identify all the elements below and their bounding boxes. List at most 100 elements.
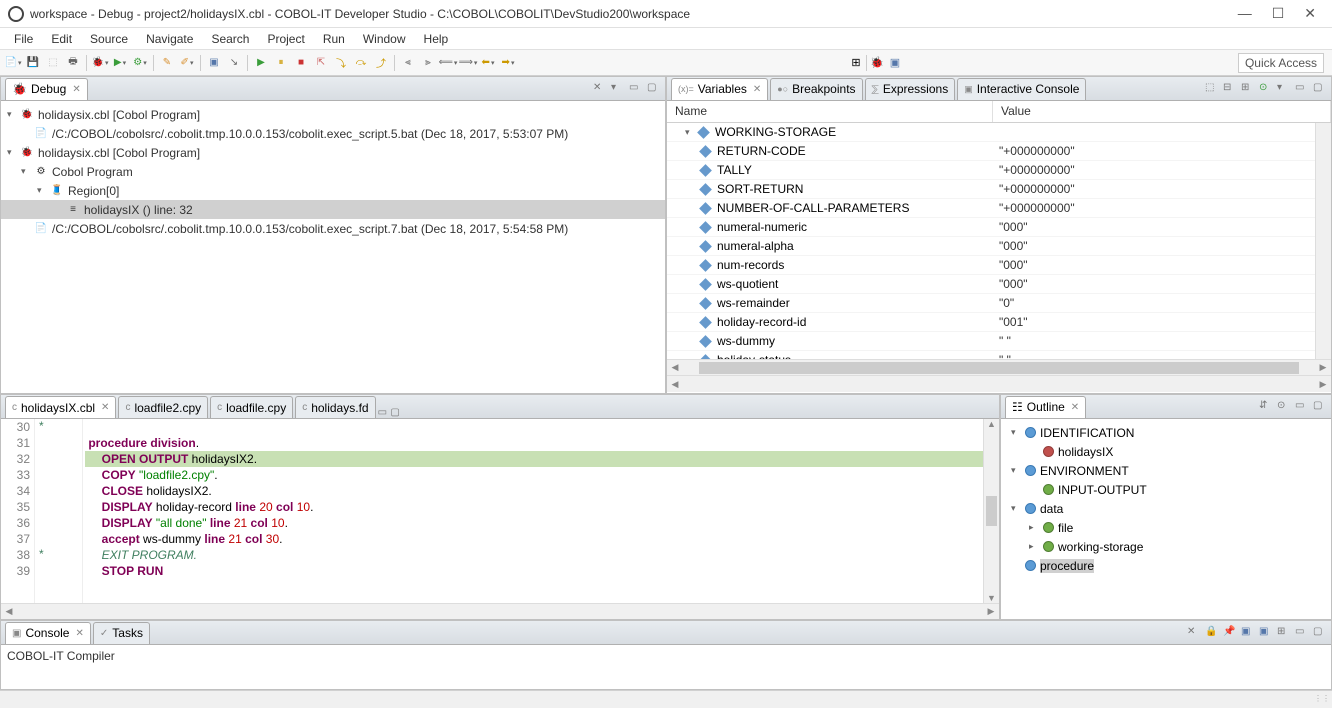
outline-tree[interactable]: ▾IDENTIFICATIONholidaysIX▾ENVIRONMENTINP… <box>1001 419 1331 619</box>
tab-loadfile2-cpy[interactable]: cloadfile2.cpy <box>118 396 208 418</box>
detail-pane[interactable]: ◀▶ <box>667 375 1331 393</box>
menu-navigate[interactable]: Navigate <box>138 30 201 48</box>
tab-holidays-fd[interactable]: cholidays.fd <box>295 396 375 418</box>
focus-icon[interactable]: ⊙ <box>1277 400 1291 414</box>
outline-item[interactable]: INPUT-OUTPUT <box>1001 480 1331 499</box>
console-select-icon[interactable]: ▣ <box>1259 626 1273 640</box>
toggle-breakpoint-button[interactable]: ▣ <box>205 54 223 72</box>
tab-holidaysIX-cbl[interactable]: cholidaysIX.cbl✕ <box>5 396 116 418</box>
terminate-button[interactable]: ■ <box>292 54 310 72</box>
align-left-button[interactable]: ⫷ <box>399 54 417 72</box>
debug-button[interactable]: 🐞 <box>91 54 109 72</box>
pin-icon[interactable]: ⊙ <box>1259 82 1273 96</box>
tab-interactive-console[interactable]: ▣Interactive Console <box>957 78 1086 100</box>
maximize-icon[interactable]: ▢ <box>1313 400 1327 414</box>
outline-item[interactable]: ▾IDENTIFICATION <box>1001 423 1331 442</box>
external-button[interactable]: ⚙ <box>131 54 149 72</box>
tab-console[interactable]: ▣Console✕ <box>5 622 91 644</box>
tab-tasks[interactable]: ✓Tasks <box>93 622 150 644</box>
align-right-button[interactable]: ⫸ <box>419 54 437 72</box>
close-button[interactable]: ✕ <box>1304 5 1316 22</box>
vertical-scrollbar[interactable]: ▲ ▼ <box>983 419 999 603</box>
variable-root[interactable]: ▾WORKING-STORAGE <box>667 123 1331 142</box>
debug-tree-row[interactable]: ▾🧵Region[0] <box>1 181 665 200</box>
view-menu-icon[interactable]: ▾ <box>1277 82 1291 96</box>
run-button[interactable]: ▶ <box>111 54 129 72</box>
save-all-button[interactable]: ⬚ <box>44 54 62 72</box>
variable-row[interactable]: num-records"000" <box>667 256 1331 275</box>
view-menu-icon[interactable]: ▾ <box>611 82 625 96</box>
pin-icon[interactable]: 📌 <box>1223 626 1237 640</box>
step-return-button[interactable]: ⤴ <box>372 54 390 72</box>
maximize-button[interactable]: ☐ <box>1272 5 1285 22</box>
clear-console-icon[interactable]: ✕ <box>1187 626 1201 640</box>
variable-row[interactable]: RETURN-CODE"+000000000" <box>667 142 1331 161</box>
maximize-icon[interactable]: ▢ <box>390 407 399 418</box>
outline-item[interactable]: ▸working-storage <box>1001 537 1331 556</box>
scroll-lock-icon[interactable]: 🔒 <box>1205 626 1219 640</box>
code-area[interactable]: procedure division. OPEN OUTPUT holidays… <box>83 419 983 603</box>
debug-tree-row[interactable]: ≡holidaysIX () line: 32 <box>1 200 665 219</box>
menu-project[interactable]: Project <box>259 30 312 48</box>
debug-perspective-icon[interactable]: 🐞 <box>869 55 885 71</box>
tab-variables[interactable]: (x)=Variables✕ <box>671 78 768 100</box>
tab-breakpoints[interactable]: ●○Breakpoints <box>770 78 862 100</box>
menu-file[interactable]: File <box>6 30 41 48</box>
menu-search[interactable]: Search <box>203 30 257 48</box>
new-button[interactable]: 📄 <box>4 54 22 72</box>
step-into-button[interactable]: ⤵ <box>332 54 350 72</box>
step-over-button[interactable]: ⤼ <box>352 54 370 72</box>
pencil-button[interactable]: ✐ <box>178 54 196 72</box>
minimize-button[interactable]: — <box>1238 5 1252 22</box>
maximize-icon[interactable]: ▢ <box>1313 626 1327 640</box>
vertical-scrollbar[interactable] <box>1315 123 1331 359</box>
menu-source[interactable]: Source <box>82 30 136 48</box>
skip-button[interactable]: ↘ <box>225 54 243 72</box>
menu-run[interactable]: Run <box>315 30 353 48</box>
debug-tree-row[interactable]: ▾⚙Cobol Program <box>1 162 665 181</box>
variable-row[interactable]: NUMBER-OF-CALL-PARAMETERS"+000000000" <box>667 199 1331 218</box>
back-button[interactable]: ⬅ <box>479 54 497 72</box>
quick-access[interactable]: Quick Access <box>1238 53 1324 73</box>
suspend-button[interactable]: ⏸ <box>272 54 290 72</box>
outline-item[interactable]: ▸file <box>1001 518 1331 537</box>
tab-expressions[interactable]: ⅀Expressions <box>865 78 956 100</box>
tab-loadfile-cpy[interactable]: cloadfile.cpy <box>210 396 293 418</box>
variable-row[interactable]: TALLY"+000000000" <box>667 161 1331 180</box>
maximize-icon[interactable]: ▢ <box>1313 82 1327 96</box>
resize-grip-icon[interactable]: ⋮⋮ <box>1314 694 1330 703</box>
resume-button[interactable]: ▶ <box>252 54 270 72</box>
minimize-icon[interactable]: ▭ <box>1295 626 1309 640</box>
tab-debug[interactable]: 🐞 Debug ✕ <box>5 78 88 100</box>
debug-tree-row[interactable]: 📄/C:/COBOL/cobolsrc/.cobolit.tmp.10.0.0.… <box>1 219 665 238</box>
horizontal-scrollbar[interactable]: ◀▶ <box>667 359 1331 375</box>
menu-help[interactable]: Help <box>416 30 457 48</box>
outline-item[interactable]: holidaysIX <box>1001 442 1331 461</box>
tab-outline[interactable]: ☷ Outline ✕ <box>1005 396 1086 418</box>
print-button[interactable]: 🖶 <box>64 54 82 72</box>
variable-row[interactable]: holiday-record-id"001" <box>667 313 1331 332</box>
editor-body[interactable]: 30313233343536373839 ** procedure divisi… <box>1 419 999 603</box>
open-console-icon[interactable]: ⊞ <box>1277 626 1291 640</box>
remove-launch-icon[interactable]: ✕ <box>593 82 607 96</box>
variable-row[interactable]: ws-dummy" " <box>667 332 1331 351</box>
minimize-icon[interactable]: ▭ <box>1295 82 1309 96</box>
variables-body[interactable]: ▾WORKING-STORAGE RETURN-CODE"+000000000"… <box>667 123 1331 359</box>
minimize-icon[interactable]: ▭ <box>378 407 387 418</box>
disconnect-button[interactable]: ⇱ <box>312 54 330 72</box>
edit-button[interactable]: ✎ <box>158 54 176 72</box>
variable-row[interactable]: holiday-status" " <box>667 351 1331 359</box>
debug-tree-row[interactable]: 📄/C:/COBOL/cobolsrc/.cobolit.tmp.10.0.0.… <box>1 124 665 143</box>
line-gutter[interactable]: 30313233343536373839 <box>1 419 35 603</box>
nav-next-button[interactable]: ⟹ <box>459 54 477 72</box>
sort-icon[interactable]: ⇵ <box>1259 400 1273 414</box>
show-type-icon[interactable]: ⬚ <box>1205 82 1219 96</box>
fwd-button[interactable]: ➡ <box>499 54 517 72</box>
outline-item[interactable]: ▾ENVIRONMENT <box>1001 461 1331 480</box>
debug-tree[interactable]: ▾🐞holidaysix.cbl [Cobol Program]📄/C:/COB… <box>1 101 665 393</box>
debug-tree-row[interactable]: ▾🐞holidaysix.cbl [Cobol Program] <box>1 143 665 162</box>
variable-row[interactable]: ws-remainder"0" <box>667 294 1331 313</box>
close-icon[interactable]: ✕ <box>1071 402 1079 413</box>
expand-icon[interactable]: ⊞ <box>1241 82 1255 96</box>
cobol-perspective-icon[interactable]: ▣ <box>887 55 903 71</box>
